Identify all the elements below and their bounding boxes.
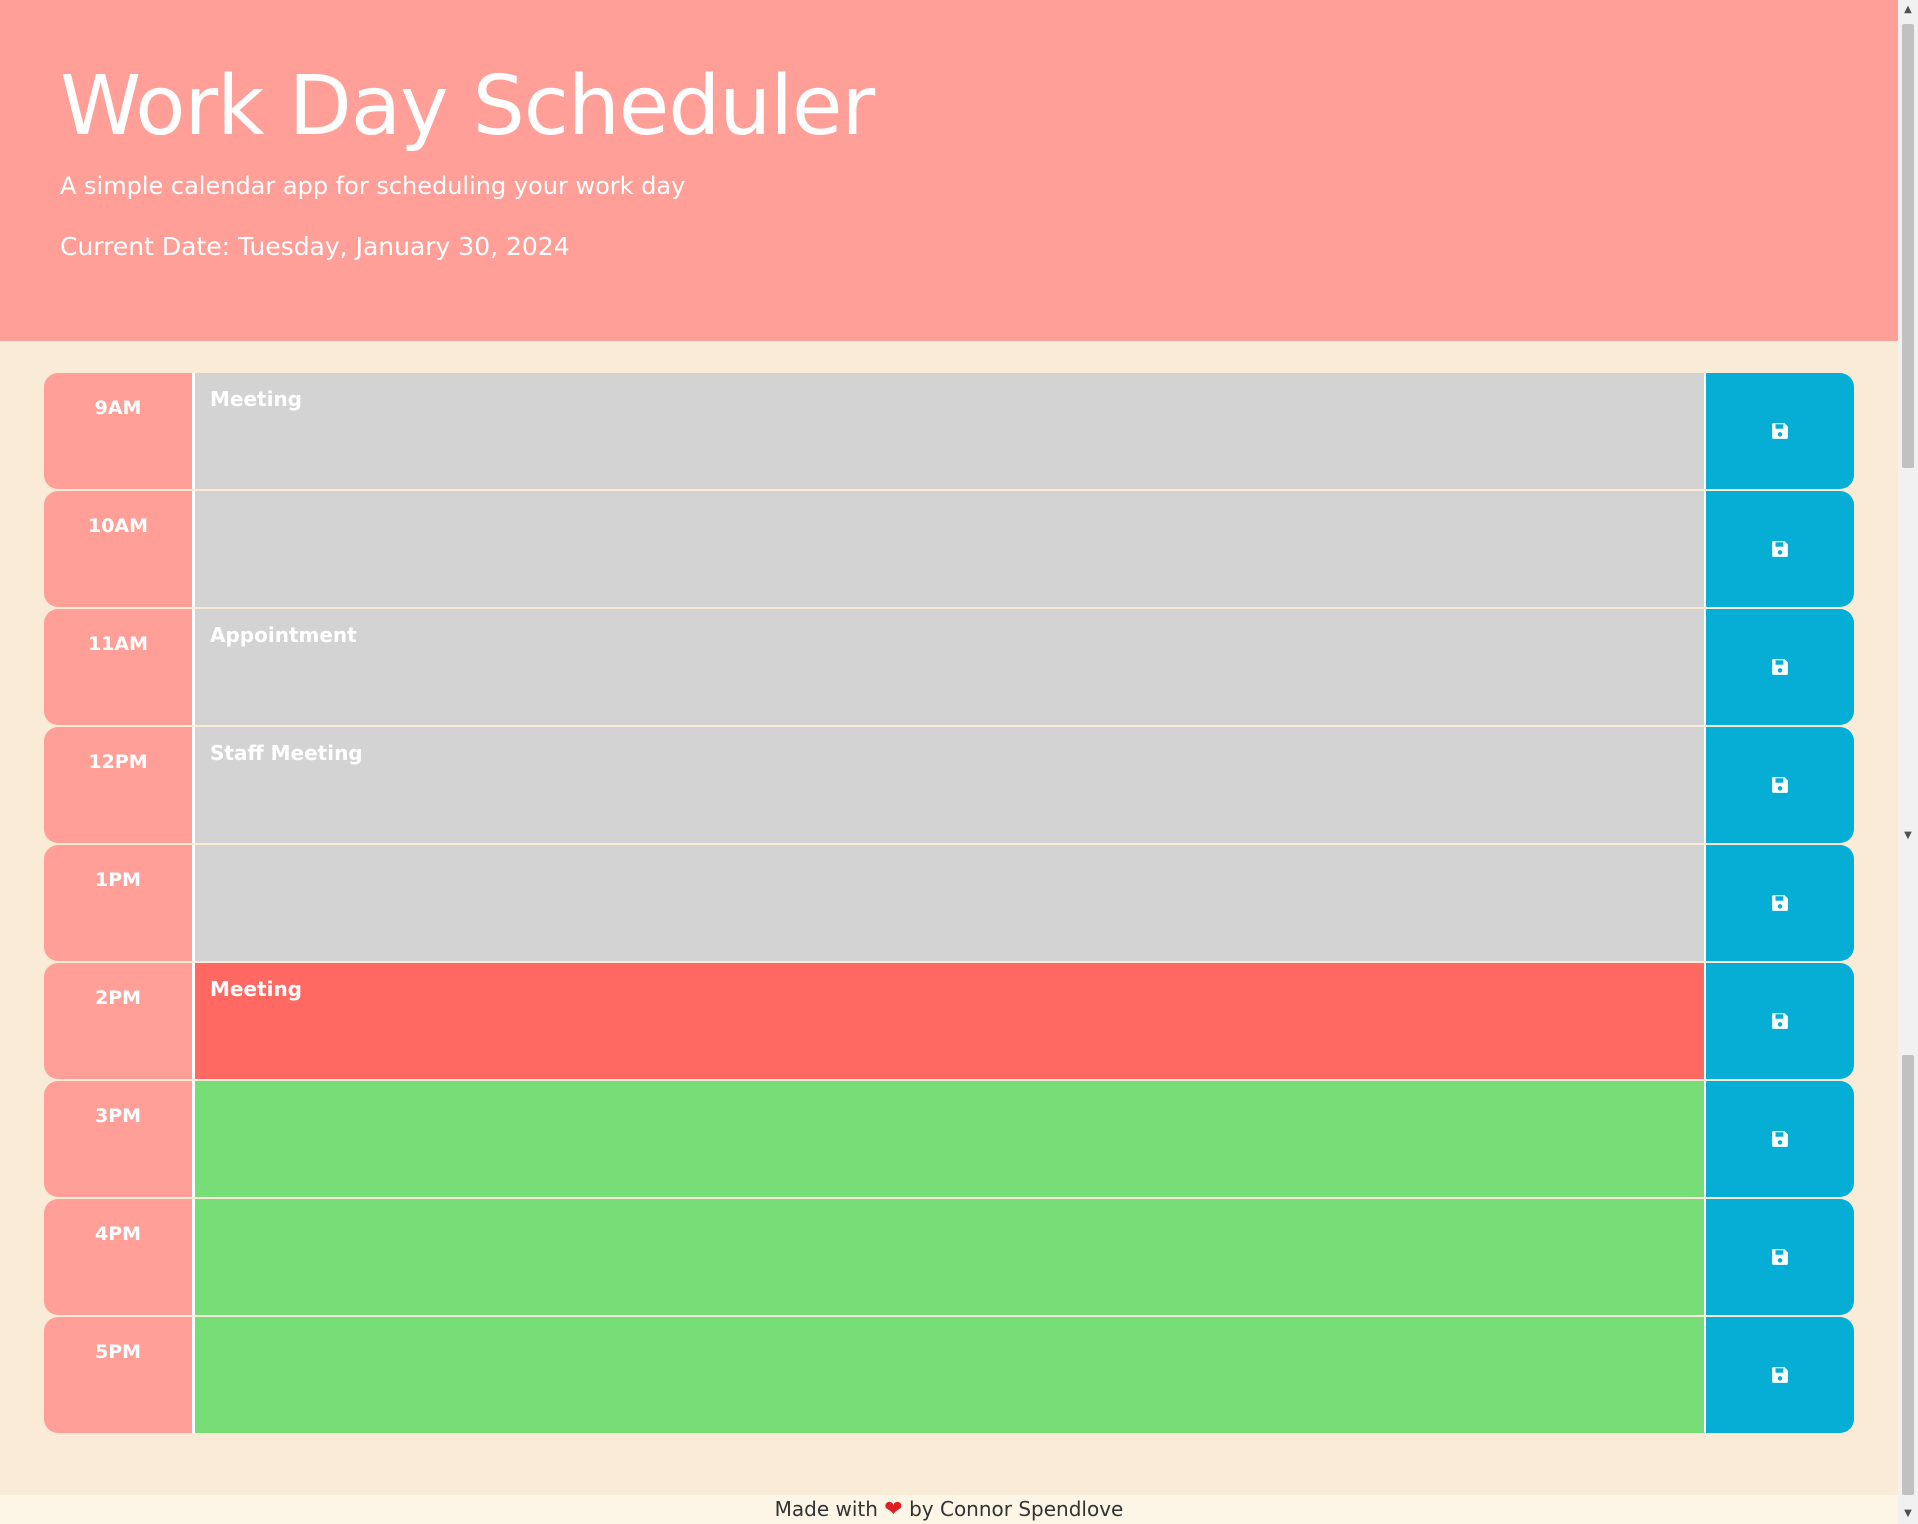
event-description[interactable]: Staff Meeting [195,727,1706,843]
current-date: Current Date: Tuesday, January 30, 2024 [60,232,570,262]
save-button[interactable] [1706,491,1854,607]
vertical-scrollbar[interactable]: ▲ ▼ ▼ [1898,0,1918,1524]
save-icon [1772,1013,1788,1029]
hour-label: 12PM [44,727,195,843]
event-description[interactable] [195,1317,1706,1433]
time-block: 11AM Appointment [44,609,1854,725]
event-description[interactable] [195,491,1706,607]
footer: Made with ❤ by Connor Spendlove [0,1495,1898,1524]
page-subtitle: A simple calendar app for scheduling you… [60,172,686,201]
save-button[interactable] [1706,845,1854,961]
save-icon [1772,895,1788,911]
event-description[interactable]: Meeting [195,373,1706,489]
save-button[interactable] [1706,609,1854,725]
save-icon [1772,1131,1788,1147]
time-block: 10AM [44,491,1854,607]
save-icon [1772,659,1788,675]
page-title: Work Day Scheduler [60,59,875,154]
footer-author: by Connor Spendlove [909,1497,1124,1521]
scroll-down-arrow-icon[interactable]: ▼ [1898,826,1918,846]
save-icon [1772,423,1788,439]
scroll-up-arrow-icon[interactable]: ▲ [1898,0,1918,20]
footer-prefix: Made with [774,1497,878,1521]
scroll-down-arrow-icon[interactable]: ▼ [1898,1504,1918,1524]
save-icon [1772,777,1788,793]
scrollbar-thumb[interactable] [1902,24,1914,468]
heart-icon: ❤ [884,1497,903,1522]
time-block: 9AM Meeting [44,373,1854,489]
save-button[interactable] [1706,1199,1854,1315]
save-icon [1772,1249,1788,1265]
time-block: 5PM [44,1317,1854,1433]
hour-label: 10AM [44,491,195,607]
hour-label: 3PM [44,1081,195,1197]
time-block: 4PM [44,1199,1854,1315]
header: Work Day Scheduler A simple calendar app… [0,0,1898,341]
save-button[interactable] [1706,1081,1854,1197]
hour-label: 1PM [44,845,195,961]
hour-label: 11AM [44,609,195,725]
save-icon [1772,541,1788,557]
event-description[interactable]: Meeting [195,963,1706,1079]
save-button[interactable] [1706,963,1854,1079]
hour-label: 2PM [44,963,195,1079]
event-description[interactable] [195,1081,1706,1197]
hour-label: 9AM [44,373,195,489]
scrollbar-thumb-lower[interactable] [1902,1055,1914,1495]
save-button[interactable] [1706,1317,1854,1433]
hour-label: 5PM [44,1317,195,1433]
time-block: 1PM [44,845,1854,961]
event-description[interactable] [195,845,1706,961]
schedule: 9AM Meeting 10AM 11AM Appointment 12PM S… [44,373,1854,1435]
event-description[interactable] [195,1199,1706,1315]
save-button[interactable] [1706,727,1854,843]
event-description[interactable]: Appointment [195,609,1706,725]
save-icon [1772,1367,1788,1383]
time-block: 3PM [44,1081,1854,1197]
time-block: 2PM Meeting [44,963,1854,1079]
time-block: 12PM Staff Meeting [44,727,1854,843]
save-button[interactable] [1706,373,1854,489]
page: Work Day Scheduler A simple calendar app… [0,0,1898,1524]
hour-label: 4PM [44,1199,195,1315]
